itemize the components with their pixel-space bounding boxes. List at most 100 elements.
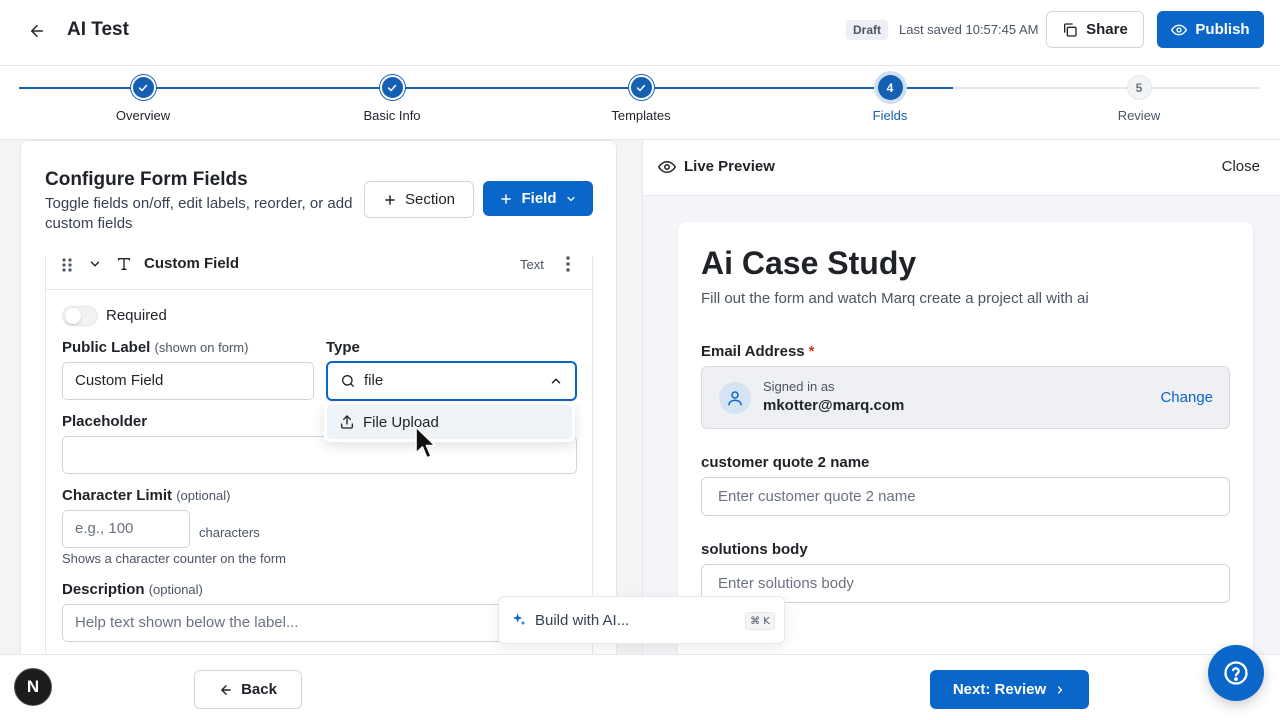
- step-label: Basic Info: [363, 108, 421, 123]
- sparkle-icon: [511, 612, 527, 628]
- eye-icon: [1171, 22, 1188, 38]
- change-account-link[interactable]: Change: [1160, 389, 1213, 406]
- step-basic-info[interactable]: Basic Info: [312, 75, 472, 124]
- top-header: AI Test Draft Last saved 10:57:45 AM Sha…: [0, 0, 1280, 66]
- step-label: Overview: [115, 108, 171, 123]
- form-title: Ai Case Study: [701, 245, 917, 281]
- custom-field-card: Custom Field Text Required Public Label …: [45, 255, 593, 654]
- last-saved-status: Last saved 10:57:45 AM: [899, 22, 1039, 37]
- step-number: 4: [877, 75, 903, 100]
- live-preview-header: Live Preview Close: [643, 140, 1280, 196]
- user-icon: [719, 382, 751, 414]
- help-button[interactable]: [1208, 645, 1264, 701]
- description-label: Description (optional): [62, 581, 203, 599]
- step-label: Review: [1117, 108, 1161, 123]
- configure-title: Configure Form Fields: [45, 169, 248, 190]
- page-title: AI Test: [67, 19, 129, 40]
- draft-badge: Draft: [846, 20, 889, 40]
- build-with-ai-popup[interactable]: Build with AI... ⌘ K: [498, 596, 785, 644]
- publish-label: Publish: [1195, 21, 1250, 38]
- preview-form-card: Ai Case Study Fill out the form and watc…: [678, 222, 1253, 654]
- add-section-button[interactable]: Section: [364, 181, 474, 218]
- char-limit-input[interactable]: e.g., 100: [62, 510, 190, 548]
- customer-quote-input[interactable]: Enter customer quote 2 name: [701, 477, 1230, 516]
- close-preview-button[interactable]: Close: [1222, 158, 1260, 175]
- description-text: Description: [62, 581, 145, 598]
- help-icon: [1222, 659, 1250, 687]
- arrow-left-icon: [219, 683, 233, 697]
- copy-icon: [1062, 22, 1078, 38]
- field-name: Custom Field: [144, 255, 240, 272]
- progress-stepper: Overview Basic Info Templates 4 Fields 5…: [0, 66, 1280, 140]
- step-overview[interactable]: Overview: [63, 75, 223, 124]
- check-icon: [628, 75, 654, 100]
- description-hint: (optional): [148, 582, 203, 597]
- type-dropdown: File Upload: [324, 402, 575, 442]
- step-review[interactable]: 5 Review: [1059, 75, 1219, 124]
- step-label: Fields: [872, 108, 908, 123]
- placeholder-label: Placeholder: [62, 413, 148, 430]
- step-templates[interactable]: Templates: [561, 75, 721, 124]
- step-label: Templates: [611, 108, 671, 123]
- chevron-down-icon[interactable]: [88, 257, 102, 271]
- section-label: Section: [404, 191, 456, 208]
- text-type-icon: [116, 256, 132, 272]
- share-label: Share: [1086, 21, 1128, 38]
- signed-in-box: Signed in as mkotter@marq.com Change: [701, 366, 1230, 429]
- configure-fields-card: Configure Form Fields Toggle fields on/o…: [20, 140, 617, 654]
- form-description: Fill out the form and watch Marq create …: [701, 290, 1089, 307]
- next-label: Next: Review: [952, 681, 1047, 698]
- back-label: Back: [241, 681, 277, 698]
- public-label-hint: (shown on form): [154, 340, 249, 355]
- next-review-button[interactable]: Next: Review: [930, 670, 1089, 709]
- char-limit-text: Character Limit: [62, 487, 173, 504]
- check-icon: [130, 75, 156, 100]
- plus-icon: [499, 192, 513, 206]
- required-toggle[interactable]: [62, 306, 98, 326]
- back-button[interactable]: Back: [194, 670, 302, 709]
- publish-button[interactable]: Publish: [1157, 11, 1264, 48]
- dropdown-option-file-upload[interactable]: File Upload: [327, 405, 572, 439]
- plus-icon: [383, 193, 397, 207]
- chevron-down-icon: [565, 193, 577, 205]
- customer-quote-label: customer quote 2 name: [701, 454, 870, 471]
- char-limit-label: Character Limit (optional): [62, 487, 230, 505]
- eye-icon: [658, 158, 676, 176]
- public-label-input[interactable]: Custom Field: [62, 362, 314, 400]
- more-options-icon[interactable]: [560, 255, 576, 273]
- type-label: Type: [326, 339, 360, 356]
- char-limit-hint: (optional): [176, 488, 231, 503]
- app-logo[interactable]: N: [14, 668, 52, 706]
- public-label-label: Public Label (shown on form): [62, 339, 248, 357]
- chevron-right-icon: [1054, 684, 1066, 696]
- upload-icon: [339, 414, 355, 430]
- share-button[interactable]: Share: [1046, 11, 1144, 48]
- email-label-text: Email Address: [701, 343, 805, 360]
- chevron-up-icon[interactable]: [549, 374, 563, 388]
- type-search-value: file: [364, 372, 384, 389]
- signed-in-as-text: Signed in as: [763, 379, 835, 394]
- characters-suffix: characters: [199, 525, 260, 540]
- email-label: Email Address *: [701, 343, 815, 360]
- search-icon: [340, 373, 356, 389]
- keyboard-shortcut: ⌘ K: [745, 612, 775, 630]
- field-label: Field: [521, 190, 557, 207]
- field-type-tag: Text: [520, 257, 544, 272]
- step-fields[interactable]: 4 Fields: [810, 75, 970, 124]
- signed-in-email: mkotter@marq.com: [763, 397, 905, 414]
- public-label-text: Public Label: [62, 339, 151, 356]
- configure-subtitle: Toggle fields on/off, edit labels, reord…: [45, 195, 353, 232]
- live-preview-title: Live Preview: [684, 158, 775, 175]
- add-field-button[interactable]: Field: [483, 181, 593, 216]
- mouse-cursor-icon: [414, 425, 438, 461]
- check-icon: [379, 75, 405, 100]
- type-search-input[interactable]: file: [326, 361, 577, 401]
- back-arrow-icon[interactable]: [24, 18, 50, 44]
- build-with-ai-label: Build with AI...: [535, 612, 630, 629]
- field-card-header: Custom Field Text: [46, 255, 592, 290]
- solutions-body-label: solutions body: [701, 541, 808, 558]
- required-asterisk: *: [808, 343, 815, 360]
- required-label: Required: [106, 307, 167, 324]
- char-limit-help: Shows a character counter on the form: [62, 551, 287, 566]
- drag-handle-icon[interactable]: [60, 256, 74, 274]
